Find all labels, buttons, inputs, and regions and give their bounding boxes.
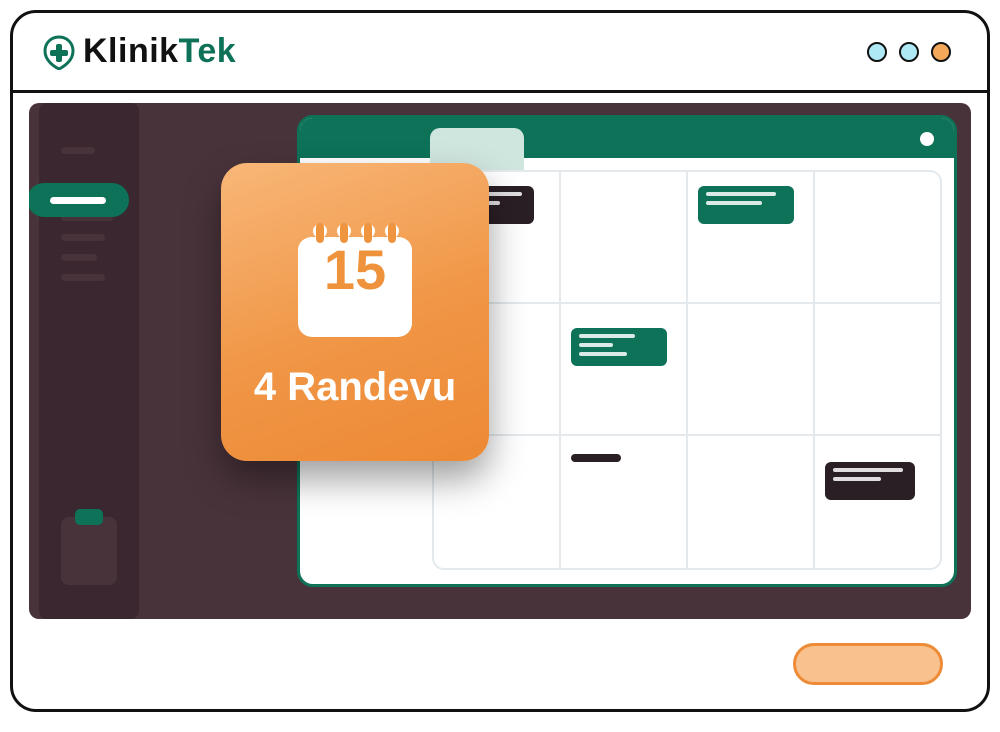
brand-name: KlinikTek [83,32,236,71]
calendar-cell[interactable] [688,436,815,568]
medical-cross-icon [41,34,77,70]
browser-header: KlinikTek [13,13,987,93]
sidebar-item[interactable] [61,274,105,281]
day-summary-card[interactable]: 15 4 Randevu [221,163,489,461]
sidebar-item[interactable] [61,254,97,261]
sidebar [39,103,139,619]
sidebar-item[interactable] [61,234,105,241]
calendar-grid [432,170,942,570]
calendar-event[interactable] [825,462,915,500]
sidebar-item-label [50,197,106,204]
day-number: 15 [324,237,386,302]
browser-frame: KlinikTek [10,10,990,712]
calendar-event[interactable] [698,186,794,224]
calendar-cell[interactable] [561,304,688,434]
calendar-cell[interactable] [561,436,688,568]
appointment-count-label: 4 Randevu [254,365,456,410]
brand-part1: Klinik [83,32,179,70]
sidebar-item[interactable] [61,147,95,154]
brand-part2: Tek [179,32,237,70]
action-button[interactable] [793,643,943,685]
calendar-cell[interactable] [815,172,940,302]
workspace [29,103,971,619]
calendar-cell[interactable] [688,304,815,434]
calendar-event[interactable] [571,328,667,366]
sidebar-item-active[interactable] [29,183,129,217]
calendar-titlebar [300,118,954,158]
calendar-cell[interactable] [815,304,940,434]
calendar-event[interactable] [571,454,621,462]
calendar-cell[interactable] [561,172,688,302]
brand-logo: KlinikTek [41,32,236,71]
window-control-icon[interactable] [920,132,934,146]
bottom-bar [29,629,971,699]
window-dot-2[interactable] [899,42,919,62]
calendar-cell[interactable] [815,436,940,568]
clipboard-icon[interactable] [57,509,121,589]
window-dot-1[interactable] [867,42,887,62]
window-controls [867,42,951,62]
window-dot-3[interactable] [931,42,951,62]
calendar-cell[interactable] [688,172,815,302]
